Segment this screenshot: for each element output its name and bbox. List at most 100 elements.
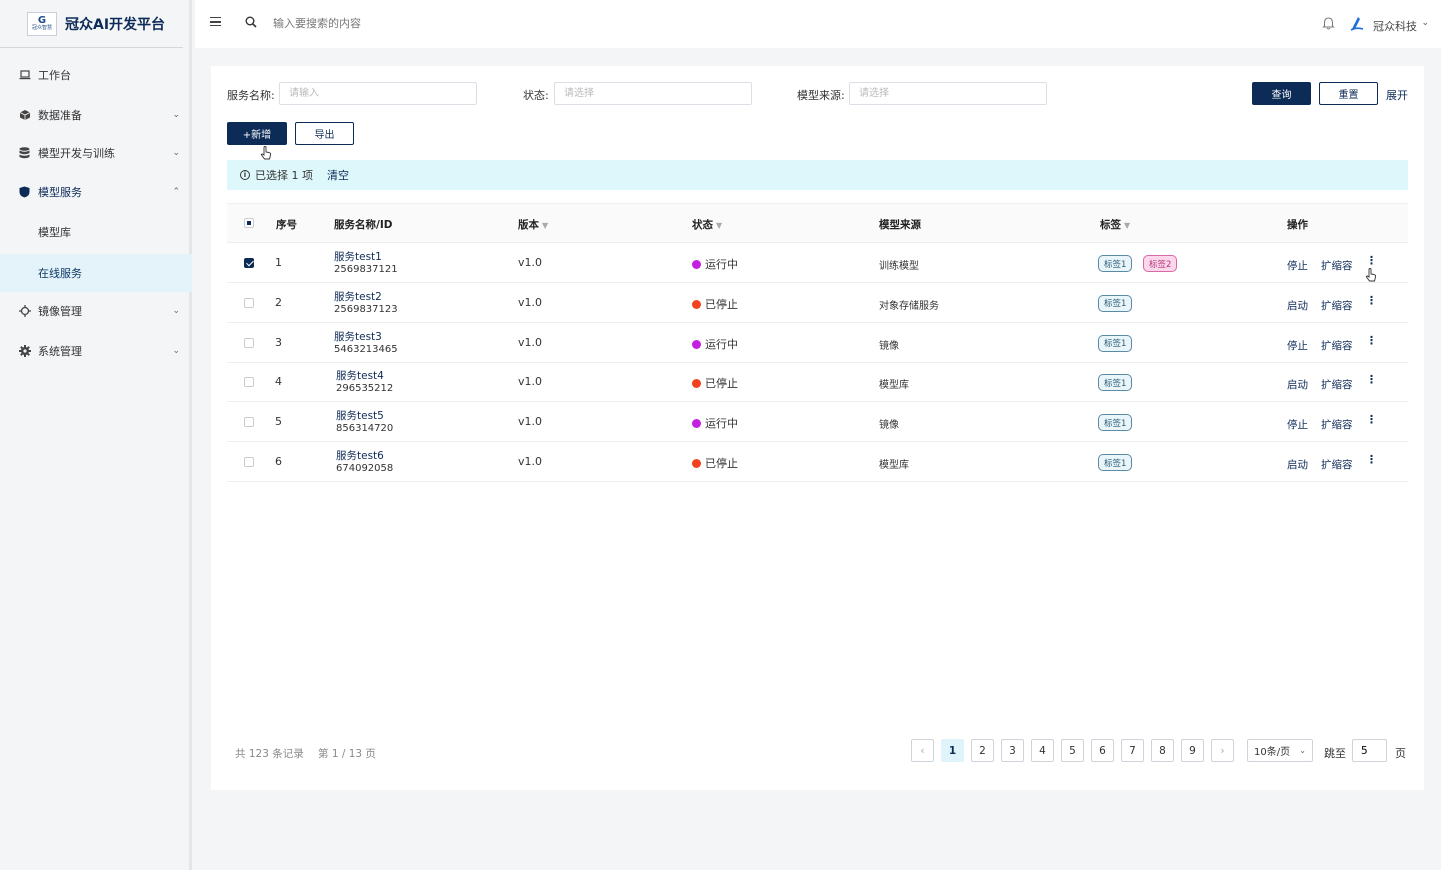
next-page-button[interactable]: ›: [1211, 739, 1234, 762]
tag-badge: 标签1: [1098, 374, 1133, 392]
tag-badge: 标签1: [1098, 454, 1133, 471]
source-select[interactable]: [849, 82, 1047, 105]
start-button[interactable]: 启动: [1287, 457, 1308, 472]
service-version: v1.0: [518, 415, 543, 429]
status-dot: [692, 260, 701, 269]
global-search-input[interactable]: [273, 17, 573, 30]
col-status-label: 状态: [692, 219, 713, 231]
logo-mark: G 冠众智慧: [27, 11, 57, 36]
menu-toggle-icon[interactable]: [210, 17, 221, 26]
row-checkbox[interactable]: [244, 377, 254, 388]
sidebar-item-label: 模型开发与训练: [38, 147, 115, 160]
sidebar-item-system-mgmt[interactable]: 系统管理 ⌄: [0, 333, 192, 369]
service-name-link[interactable]: 服务test6: [336, 448, 384, 463]
more-actions-icon[interactable]: ⋮: [1366, 334, 1377, 347]
page-button[interactable]: 3: [1001, 739, 1024, 762]
service-name-input[interactable]: [279, 82, 477, 105]
page-button[interactable]: 8: [1151, 739, 1174, 762]
service-id: 856314720: [336, 423, 394, 435]
add-button[interactable]: +新增: [227, 122, 287, 145]
sidebar-item-label: 系统管理: [38, 345, 82, 358]
service-name-link[interactable]: 服务test5: [336, 408, 384, 423]
col-name: 服务名称/ID: [334, 219, 393, 231]
jump-page-input[interactable]: [1352, 739, 1387, 762]
jump-suffix: 页: [1395, 747, 1406, 760]
sidebar-item-workbench[interactable]: 工作台: [0, 57, 192, 93]
col-version[interactable]: 版本 ▼: [518, 217, 548, 232]
info-icon: i: [240, 170, 250, 180]
sidebar-item-data-prep[interactable]: 数据准备 ⌄: [0, 97, 192, 133]
scale-button[interactable]: 扩缩容: [1321, 377, 1353, 392]
service-id: 674092058: [336, 463, 394, 474]
page-button[interactable]: 4: [1031, 739, 1054, 762]
row-checkbox[interactable]: [244, 337, 254, 348]
service-version: v1.0: [518, 335, 543, 349]
start-button[interactable]: 启动: [1287, 298, 1308, 313]
start-button[interactable]: 启动: [1287, 377, 1308, 392]
service-name-link[interactable]: 服务test2: [334, 289, 382, 304]
service-name-link[interactable]: 服务test3: [334, 329, 382, 344]
scale-button[interactable]: 扩缩容: [1321, 417, 1353, 432]
table-row: 1 服务test1 2569837121 v1.0 运行中 训练模型 标签1 标签2 停止 扩缩容…: [227, 243, 1408, 283]
shield-icon: [18, 186, 31, 199]
col-tags[interactable]: 标签 ▼: [1100, 217, 1130, 232]
stop-button[interactable]: 停止: [1287, 258, 1308, 273]
source-label: 模型来源:: [797, 89, 845, 102]
more-actions-icon[interactable]: ⋮: [1366, 413, 1377, 426]
search-icon[interactable]: [245, 16, 257, 28]
scale-button[interactable]: 扩缩容: [1321, 338, 1353, 353]
logo-mark-text: 冠众智慧: [31, 25, 52, 31]
row-checkbox[interactable]: [244, 258, 254, 268]
row-checkbox[interactable]: [244, 457, 254, 467]
service-version: v1.0: [518, 256, 543, 269]
company-name[interactable]: 冠众科技: [1373, 18, 1417, 34]
col-status[interactable]: 状态 ▼: [692, 217, 722, 232]
prev-page-button[interactable]: ‹: [911, 739, 934, 762]
more-actions-icon[interactable]: ⋮: [1366, 453, 1377, 466]
scale-button[interactable]: 扩缩容: [1321, 457, 1353, 472]
filter-icon[interactable]: ▼: [542, 221, 548, 230]
scale-button[interactable]: 扩缩容: [1321, 298, 1353, 313]
stop-button[interactable]: 停止: [1287, 338, 1308, 353]
service-name-link[interactable]: 服务test1: [334, 249, 382, 264]
scale-button[interactable]: 扩缩容: [1321, 258, 1353, 273]
page-button[interactable]: 7: [1121, 739, 1144, 762]
chevron-up-icon: ⌃: [172, 187, 180, 197]
more-actions-icon[interactable]: ⋮: [1366, 254, 1377, 267]
sidebar-item-model-library[interactable]: 模型库: [0, 214, 192, 250]
expand-link[interactable]: 展开: [1386, 87, 1408, 103]
service-id: 2569837121: [334, 264, 398, 275]
page-button[interactable]: 1: [941, 739, 964, 762]
sidebar-item-image-mgmt[interactable]: 镜像管理 ⌄: [0, 293, 192, 329]
reset-button[interactable]: 重置: [1319, 82, 1378, 105]
row-checkbox[interactable]: [244, 297, 254, 308]
service-name-link[interactable]: 服务test4: [336, 368, 384, 383]
page-size-select[interactable]: 10条/页 ⌄: [1247, 739, 1313, 762]
page-button[interactable]: 6: [1091, 739, 1114, 762]
model-source: 对象存储服务: [879, 300, 939, 312]
status-dot: [692, 339, 701, 349]
stop-button[interactable]: 停止: [1287, 417, 1308, 432]
export-button[interactable]: 导出: [295, 122, 354, 145]
chevron-down-icon[interactable]: ⌄: [1421, 18, 1429, 28]
sidebar-item-online-service[interactable]: 在线服务: [0, 254, 192, 292]
more-actions-icon[interactable]: ⋮: [1366, 373, 1377, 386]
select-all-checkbox[interactable]: [244, 218, 254, 228]
sidebar-item-model-service[interactable]: 模型服务 ⌃: [0, 174, 192, 210]
database-icon: [18, 147, 31, 160]
hand-cursor-icon: [260, 146, 272, 160]
hand-cursor-icon: [1365, 268, 1377, 282]
clear-selection-link[interactable]: 清空: [327, 167, 349, 183]
status-select[interactable]: [554, 82, 752, 105]
bell-icon[interactable]: [1322, 17, 1335, 30]
table-row: 2 服务test2 2569837123 v1.0 已停止 对象存储服务 标签1 启动 扩缩容 ⋮: [227, 283, 1408, 323]
more-actions-icon[interactable]: ⋮: [1366, 294, 1377, 307]
sidebar-item-model-dev[interactable]: 模型开发与训练 ⌄: [0, 135, 192, 171]
query-button[interactable]: 查询: [1252, 82, 1311, 105]
page-button[interactable]: 9: [1181, 739, 1204, 762]
row-checkbox[interactable]: [244, 417, 254, 428]
filter-icon[interactable]: ▼: [1124, 221, 1130, 230]
page-button[interactable]: 2: [971, 739, 994, 762]
page-button[interactable]: 5: [1061, 739, 1084, 762]
filter-icon[interactable]: ▼: [716, 221, 722, 230]
